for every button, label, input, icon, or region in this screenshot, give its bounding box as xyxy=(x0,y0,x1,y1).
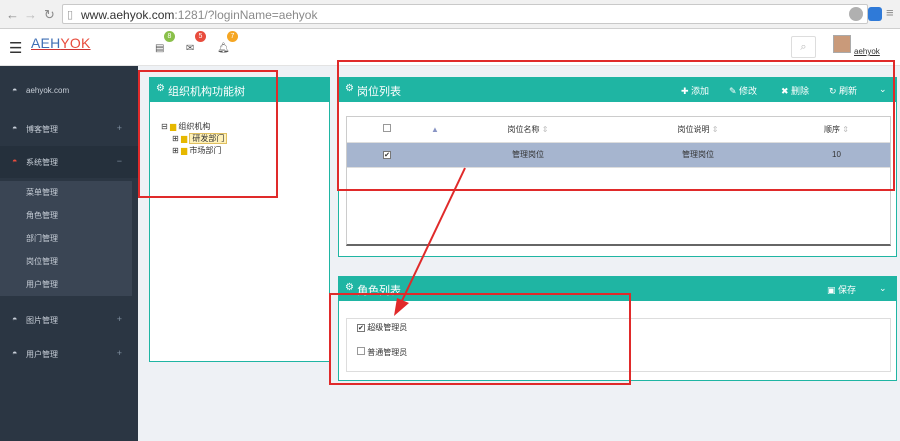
annotation-arrow xyxy=(394,167,466,316)
